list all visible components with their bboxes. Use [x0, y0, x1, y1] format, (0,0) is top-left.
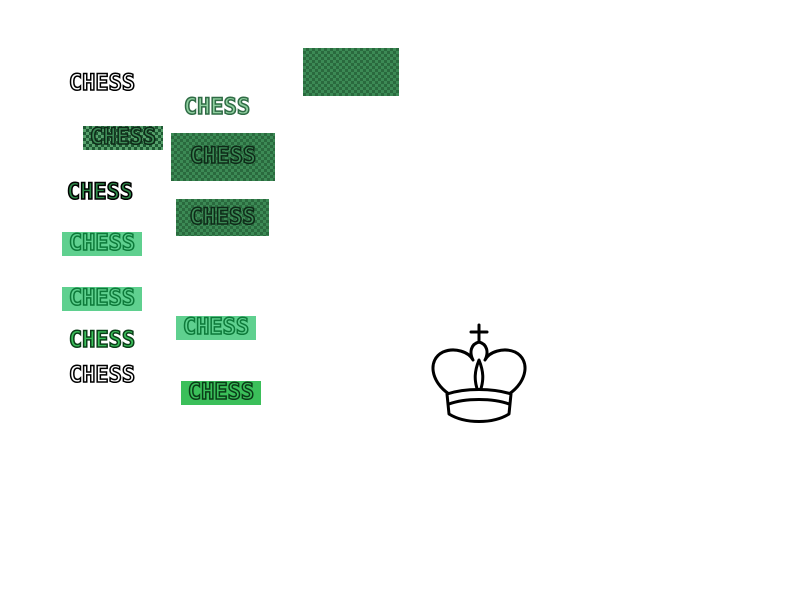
chess-king-icon — [431, 323, 527, 423]
chess-logo-outline: CHESS — [68, 363, 136, 388]
chess-logo-pale-green: CHESS — [183, 95, 251, 120]
chess-logo-light-green-bg-2: CHESS — [62, 287, 142, 311]
chess-logo-dark-green: CHESS — [66, 180, 134, 205]
chess-logo-dark-checkered: CHESS — [83, 126, 163, 150]
chess-logo-checkered-tile-small: CHESS — [176, 199, 269, 236]
chess-logo-light-green-bg-3: CHESS — [176, 316, 256, 340]
chess-logo-white: CHESS — [68, 71, 136, 96]
checkerboard-tile-icon — [303, 48, 399, 96]
chess-logo-green-dotted: CHESS — [68, 328, 136, 353]
chess-logo-text: CHESS — [89, 125, 157, 150]
chess-logo-light-green-bg: CHESS — [62, 232, 142, 256]
chess-logo-bright-green-bg: CHESS — [181, 381, 261, 405]
chess-logo-checkered-tile-large: CHESS — [171, 133, 275, 181]
